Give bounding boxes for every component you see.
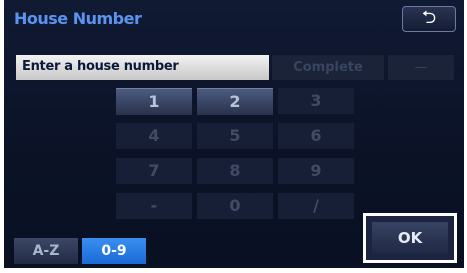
key-7[interactable]: 7 (116, 158, 192, 184)
key-6[interactable]: 6 (278, 123, 354, 149)
tab-alphabet[interactable]: A-Z (14, 238, 78, 264)
key-0[interactable]: 0 (197, 193, 273, 219)
back-button[interactable]: ⮌ (402, 6, 456, 32)
page-title: House Number (14, 9, 142, 28)
key-5[interactable]: 5 (197, 123, 273, 149)
ok-highlight-frame: OK (363, 213, 457, 263)
tab-numeric[interactable]: 0-9 (82, 238, 146, 264)
key-slash[interactable]: / (278, 193, 354, 219)
key-dash[interactable]: - (116, 193, 192, 219)
key-4[interactable]: 4 (116, 123, 192, 149)
key-2[interactable]: 2 (197, 88, 273, 115)
return-arrow-icon: ⮌ (421, 7, 437, 28)
input-placeholder: Enter a house number (22, 59, 179, 74)
ok-button[interactable]: OK (372, 222, 448, 254)
key-1[interactable]: 1 (116, 88, 192, 115)
delete-button[interactable]: — (388, 55, 454, 80)
key-3[interactable]: 3 (278, 88, 354, 114)
house-number-input[interactable]: Enter a house number (16, 55, 269, 80)
key-9[interactable]: 9 (278, 158, 354, 184)
screen: House Number ⮌ Enter a house number Comp… (0, 0, 467, 273)
complete-button[interactable]: Complete (272, 55, 384, 80)
key-8[interactable]: 8 (197, 158, 273, 184)
